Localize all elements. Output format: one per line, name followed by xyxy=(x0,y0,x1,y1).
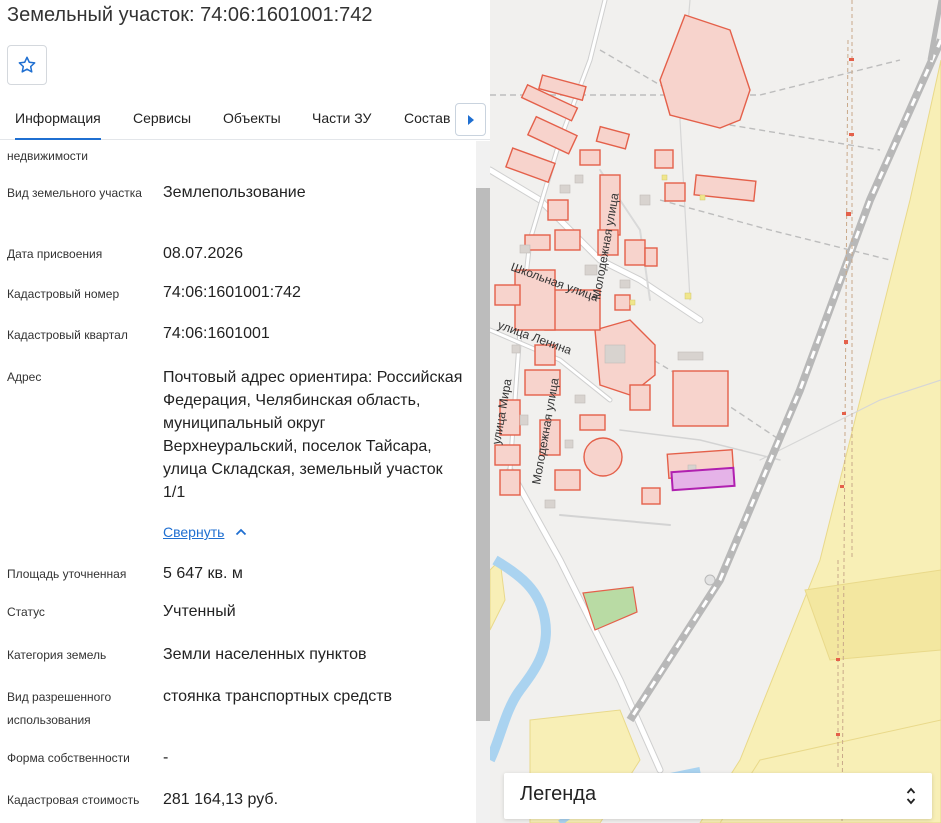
chevron-up-icon[interactable] xyxy=(235,527,247,537)
field-label: Площадь уточненная xyxy=(7,567,127,581)
field-value: - xyxy=(163,749,169,766)
field-value: Земли населенных пунктов xyxy=(163,646,367,663)
selected-parcel[interactable] xyxy=(670,466,736,492)
tab-information[interactable]: Информация xyxy=(15,110,101,140)
caret-right-icon xyxy=(467,114,474,125)
favorite-button[interactable] xyxy=(7,45,47,85)
field-label: Статус xyxy=(7,605,45,619)
legend-label: Легенда xyxy=(520,783,597,805)
field-label: Адрес xyxy=(7,370,42,384)
field-value: 5 647 кв. м xyxy=(163,565,243,582)
map-view[interactable]: Школьная улица Молодежная улица улица Ле… xyxy=(490,0,941,823)
legend-bar[interactable]: Легенда xyxy=(504,773,932,819)
tab-composition[interactable]: Состав xyxy=(404,110,450,140)
field-label: Дата присвоения xyxy=(7,247,103,261)
field-label: Вид разрешенного использования xyxy=(7,690,112,727)
star-outline-icon xyxy=(18,56,36,73)
field-value: Учтенный xyxy=(163,603,236,620)
field-label: Кадастровая стоимость xyxy=(7,793,140,807)
tab-services[interactable]: Сервисы xyxy=(133,110,191,140)
tab-objects[interactable]: Объекты xyxy=(223,110,281,140)
info-panel: Земельный участок: 74:06:1601001:742 Инф… xyxy=(0,0,490,823)
field-value: Землепользование xyxy=(163,184,306,201)
unfold-icon[interactable] xyxy=(906,784,916,808)
partial-label: недвижимости xyxy=(7,149,88,163)
field-value: 08.07.2026 xyxy=(163,245,244,262)
tab-bar: Информация Сервисы Объекты Части ЗУ Сост… xyxy=(0,100,490,140)
address-value: Почтовый адрес ориентира: Российская Фед… xyxy=(163,369,463,501)
page-title: Земельный участок: 74:06:1601001:742 xyxy=(7,4,373,26)
info-list: недвижимости Вид земельного участка Земл… xyxy=(0,141,476,823)
field-value: 74:06:1601001 xyxy=(163,325,270,342)
field-label: Форма собственности xyxy=(7,751,130,765)
field-label: Вид земельного участка xyxy=(7,186,142,200)
tab-parcel-parts[interactable]: Части ЗУ xyxy=(312,110,371,140)
field-label: Категория земель xyxy=(7,648,107,662)
field-label: Кадастровый квартал xyxy=(7,328,128,342)
field-value: стоянка транспортных средств xyxy=(163,688,393,705)
map-canvas[interactable]: Школьная улица Молодежная улица улица Ле… xyxy=(490,0,941,823)
scrollbar-thumb[interactable] xyxy=(476,188,490,721)
field-value: 281 164,13 руб. xyxy=(163,791,279,808)
field-value: 74:06:1601001:742 xyxy=(163,284,301,301)
collapse-link[interactable]: Свернуть xyxy=(163,524,224,540)
tabs-next-button[interactable] xyxy=(455,103,486,136)
field-label: Кадастровый номер xyxy=(7,287,120,301)
